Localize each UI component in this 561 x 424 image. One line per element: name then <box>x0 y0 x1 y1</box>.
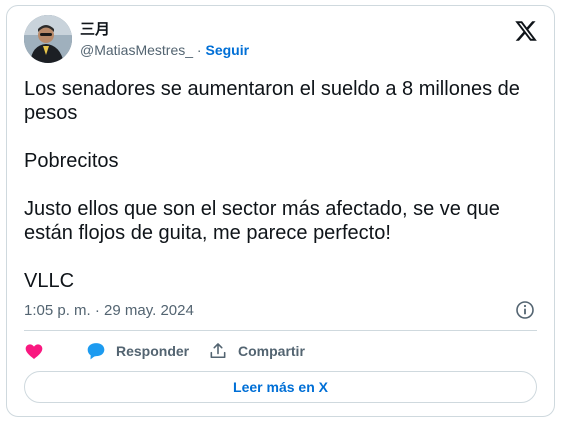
share-button[interactable]: Compartir <box>208 340 305 362</box>
tweet-text: Los senadores se aumentaron el sueldo a … <box>24 78 520 292</box>
x-logo-icon[interactable] <box>514 19 538 43</box>
share-label: Compartir <box>238 343 305 359</box>
like-button[interactable] <box>24 340 44 362</box>
display-name[interactable]: 三月 <box>80 21 249 39</box>
share-upload-icon <box>210 343 226 359</box>
reply-button[interactable]: Responder <box>86 340 189 362</box>
handle-row: @MatiasMestres_ · Seguir <box>80 41 249 59</box>
heart-icon <box>25 344 43 359</box>
follow-button[interactable]: Seguir <box>205 42 249 58</box>
tweet-card: 三月 @MatiasMestres_ · Seguir Los senadore… <box>6 5 555 417</box>
tweet-header: 三月 @MatiasMestres_ · Seguir <box>24 15 540 63</box>
divider <box>24 330 537 331</box>
author-info: 三月 @MatiasMestres_ · Seguir <box>80 21 249 59</box>
reply-label: Responder <box>116 343 190 359</box>
timestamp[interactable]: 1:05 p. m. · 29 may. 2024 <box>24 302 194 320</box>
handle[interactable]: @MatiasMestres_ <box>80 42 193 58</box>
speech-bubble-icon <box>87 343 105 360</box>
avatar[interactable] <box>24 15 72 63</box>
read-more-button[interactable]: Leer más en X <box>24 371 537 403</box>
info-icon[interactable] <box>515 300 535 320</box>
separator-dot: · <box>196 42 202 58</box>
